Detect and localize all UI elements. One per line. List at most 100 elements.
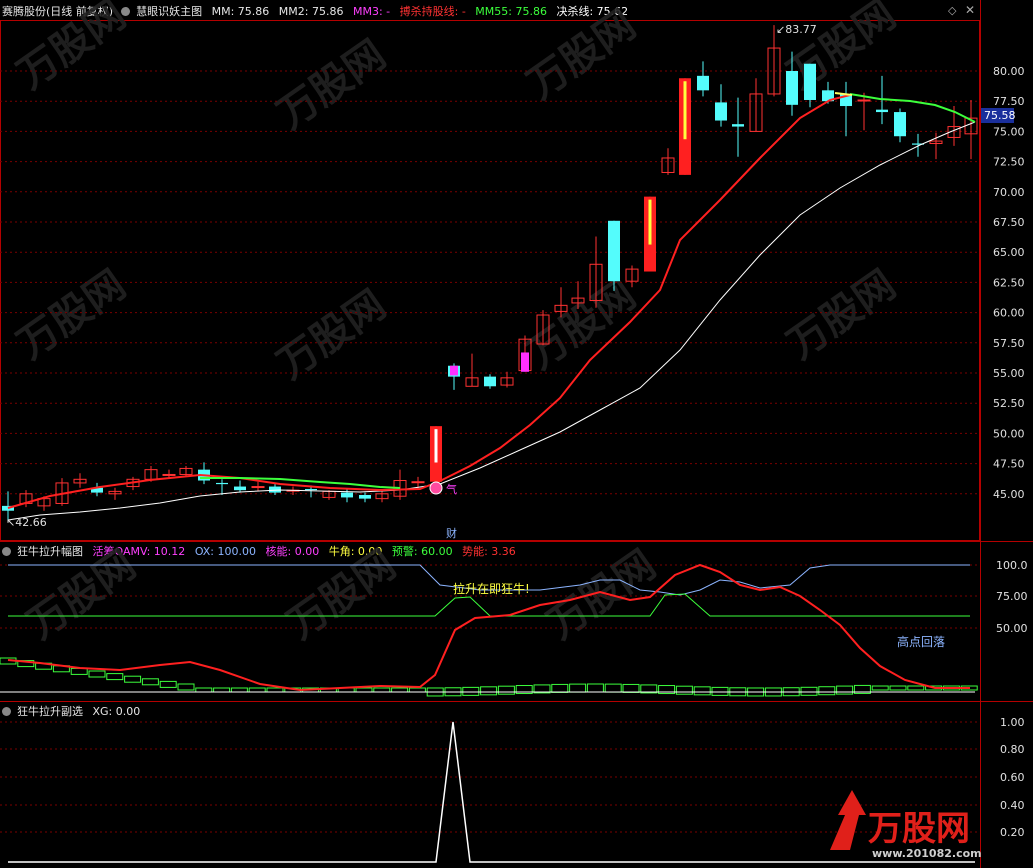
sub1-histogram-bar [693, 686, 711, 696]
price-axis-label: 75.00 [993, 125, 1025, 138]
sub2-axis-label: 0.20 [1000, 826, 1025, 839]
candle-body[interactable] [804, 63, 816, 100]
sub1-histogram-bar [462, 686, 480, 696]
candle-body[interactable] [162, 473, 176, 476]
sub2-axis-label: 0.60 [1000, 771, 1025, 784]
sub2-gridlines [0, 721, 980, 833]
price-axis-label: 60.00 [993, 307, 1025, 320]
watermark-text-10: 万股网 [279, 542, 404, 649]
candle-body[interactable] [484, 376, 496, 387]
candle-body[interactable] [894, 112, 906, 137]
qi-label: 气 [446, 482, 457, 496]
sub1-histogram-bar [675, 685, 693, 695]
watermark-text-2: 万股网 [269, 32, 394, 139]
candle-marker [434, 429, 438, 463]
qi-marker-icon [429, 481, 443, 495]
price-axis-label: 50.00 [993, 427, 1025, 440]
lasheng-note: 拉升在即狂牛! [453, 581, 530, 596]
price-axis-label: 72.50 [993, 156, 1025, 169]
sub1-histogram-bar [213, 687, 231, 693]
sub1-histogram-bar [907, 685, 925, 691]
sub1-histogram-bar [551, 683, 569, 693]
price-axis-label: 67.50 [993, 216, 1025, 229]
sub1-histogram-bar [622, 683, 640, 693]
price-axis-label: 55.00 [993, 367, 1025, 380]
sub1-histogram-bar [373, 687, 391, 693]
sub1-histogram-bar [711, 686, 729, 696]
candle-body[interactable] [234, 486, 246, 491]
logo-url: www.201082.com [872, 847, 982, 860]
watermark-text-8: 万股网 [779, 262, 904, 369]
watermark-text-11: 万股网 [539, 542, 664, 649]
sub1-histogram [0, 657, 978, 697]
price-axis-label: 45.00 [993, 488, 1025, 501]
candle-marker [683, 81, 687, 140]
candle-body[interactable] [857, 99, 871, 102]
candle-body[interactable] [732, 124, 744, 127]
sub1-histogram-bar [391, 687, 409, 693]
red-ma-line [7, 94, 851, 509]
candle-body[interactable] [305, 488, 317, 491]
candle-body[interactable] [697, 75, 709, 91]
brand-logo: 万股网 www.201082.com [830, 790, 982, 860]
sub2-axis: 1.00 0.80 0.60 0.40 0.20 [1000, 716, 1025, 839]
watermark-text-3: 万股网 [519, 2, 644, 109]
sub1-histogram-bar [177, 683, 195, 691]
sub1-histogram-bar [800, 686, 818, 696]
main-price-axis: 80.00 77.50 75.00 72.50 70.00 67.50 65.00 62.50… [993, 65, 1025, 501]
sub1-axis-label: 50.00 [996, 622, 1028, 635]
sub1-histogram-bar [106, 673, 124, 681]
current-price-value: 75.58 [984, 109, 1016, 122]
sub1-axis-label: 75.00 [996, 590, 1028, 603]
sub1-histogram-bar [889, 685, 907, 691]
candle-body[interactable] [876, 109, 888, 113]
sub1-histogram-bar [88, 670, 106, 678]
price-axis-label: 57.50 [993, 337, 1025, 350]
watermark-text-9: 万股网 [19, 542, 144, 649]
candle-highlight [521, 352, 529, 372]
watermark-pattern: 万股网 万股网 万股网 万股网 万股网 万股网 万股网 万股网 万股网 万股网 … [9, 0, 904, 648]
watermark-text-6: 万股网 [269, 282, 394, 389]
candle-body[interactable] [341, 492, 353, 498]
main-gridlines [0, 70, 980, 495]
price-axis-label: 70.00 [993, 186, 1025, 199]
sub1-histogram-bar [266, 687, 284, 693]
candle-body[interactable] [411, 481, 425, 484]
candle-body[interactable] [359, 495, 371, 499]
yujing-line [8, 593, 970, 617]
candle-body[interactable] [715, 102, 727, 121]
sub1-histogram-bar [836, 685, 854, 695]
sub1-histogram-bar [497, 685, 515, 695]
price-axis-label: 65.00 [993, 246, 1025, 259]
sub1-histogram-bar [159, 680, 177, 688]
sub2-axis-label: 0.80 [1000, 743, 1025, 756]
logo-text: 万股网 [868, 809, 970, 849]
watermark-text-1: 万股网 [9, 0, 134, 98]
sub1-histogram-bar [124, 675, 142, 683]
sub1-histogram-bar [408, 687, 426, 693]
cai-label: 财 [446, 526, 457, 540]
sub1-histogram-bar [355, 687, 373, 693]
low-price-label: ↖42.66 [6, 516, 47, 529]
price-axis-label: 52.50 [993, 397, 1025, 410]
sub1-axis-label: 100.0 [996, 559, 1028, 572]
sub1-histogram-bar [141, 678, 159, 686]
sub1-histogram-bar [871, 685, 889, 691]
watermark-text-5: 万股网 [9, 262, 134, 369]
candle-body[interactable] [786, 71, 798, 105]
sub1-histogram-bar [70, 667, 88, 675]
sub1-histogram-bar [248, 687, 266, 693]
sub1-histogram-bar [569, 683, 587, 693]
xg-signal-line [8, 721, 975, 863]
sub1-histogram-bar [586, 683, 604, 693]
candle-body[interactable] [216, 482, 228, 485]
yellow-ma-segment [834, 92, 853, 96]
logo-arrow-icon [830, 790, 866, 850]
price-axis-label: 77.50 [993, 95, 1025, 108]
candle-body[interactable] [608, 220, 620, 282]
watermark-text-7: 万股网 [519, 272, 644, 379]
candle-body[interactable] [251, 486, 265, 489]
price-axis-label: 80.00 [993, 65, 1025, 78]
sub1-histogram-bar [604, 683, 622, 693]
chart-canvas[interactable]: 万股网 万股网 万股网 万股网 万股网 万股网 万股网 万股网 万股网 万股网 … [0, 0, 1033, 868]
